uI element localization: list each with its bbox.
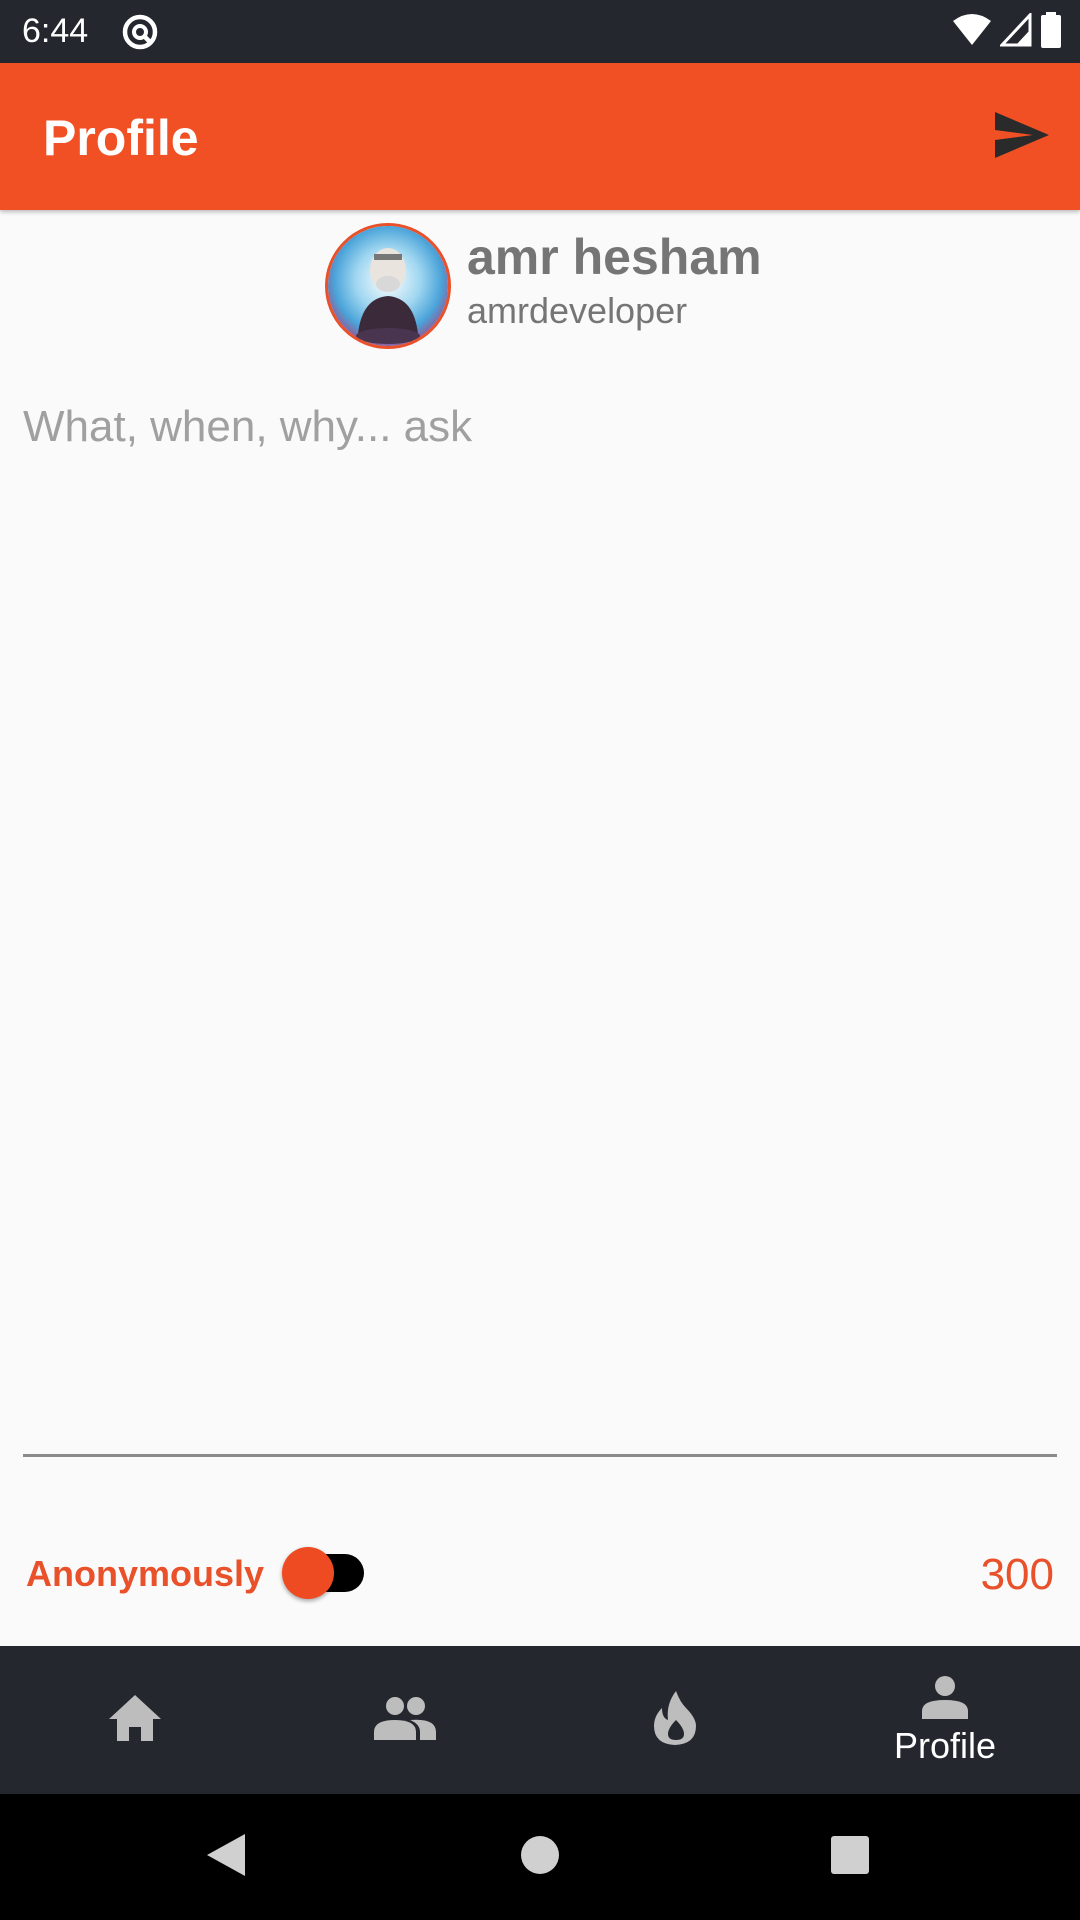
nav-item-people[interactable] — [270, 1646, 540, 1794]
recents-button[interactable] — [820, 1827, 880, 1887]
input-underline — [23, 1454, 1057, 1457]
recents-icon — [830, 1835, 870, 1880]
status-time: 6:44 — [22, 12, 89, 50]
nav-item-trending[interactable] — [540, 1646, 810, 1794]
battery-icon — [1040, 11, 1062, 53]
options-row: Anonymously 300 — [0, 1530, 1080, 1620]
at-notification-icon — [120, 12, 160, 52]
page-title: Profile — [43, 110, 199, 166]
anonymous-toggle[interactable] — [282, 1544, 372, 1600]
home-button[interactable] — [510, 1827, 570, 1887]
back-icon — [205, 1832, 247, 1883]
profile-name: amr hesham — [467, 229, 762, 285]
fire-icon — [652, 1690, 698, 1751]
anonymous-label: Anonymously — [26, 1553, 265, 1594]
nav-label-profile: Profile — [893, 1724, 997, 1766]
system-nav-bar — [0, 1794, 1080, 1920]
bottom-nav: Profile — [0, 1646, 1080, 1794]
profile-header: amr hesham amrdeveloper — [325, 223, 762, 355]
status-icons — [952, 10, 1062, 53]
character-counter: 300 — [980, 1550, 1054, 1599]
app-bar: Profile — [0, 63, 1080, 210]
person-icon — [922, 1675, 968, 1724]
status-bar: 6:44 — [0, 0, 1080, 63]
home-circle-icon — [520, 1835, 560, 1880]
toggle-thumb — [282, 1547, 334, 1599]
send-icon — [993, 110, 1051, 165]
home-icon — [107, 1693, 163, 1748]
send-button[interactable] — [986, 101, 1058, 173]
signal-icon — [998, 10, 1032, 52]
back-button[interactable] — [196, 1827, 256, 1887]
nav-item-profile[interactable]: Profile — [810, 1646, 1080, 1794]
profile-text: amr hesham amrdeveloper — [467, 223, 762, 333]
nav-item-home[interactable] — [0, 1646, 270, 1794]
question-input[interactable] — [23, 400, 1057, 1650]
people-icon — [374, 1696, 436, 1745]
avatar[interactable] — [325, 223, 451, 349]
ask-question-panel: amr hesham amrdeveloper Anonymously 300 — [0, 210, 1080, 1650]
wifi-icon — [952, 13, 992, 52]
profile-username: amrdeveloper — [467, 290, 688, 331]
